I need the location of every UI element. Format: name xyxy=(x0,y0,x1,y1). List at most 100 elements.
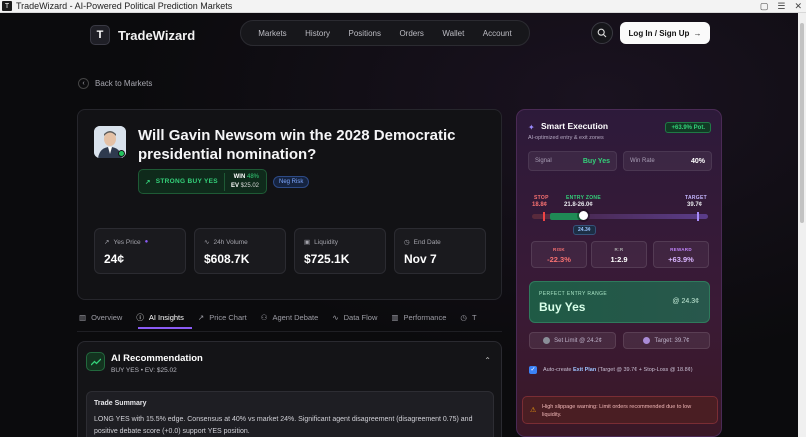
checkbox-checked-icon[interactable]: ✓ xyxy=(529,366,537,374)
auto-suffix: (Target @ 39.7¢ + Stop-Loss @ 18.8¢) xyxy=(597,367,693,373)
users-icon: ⚇ xyxy=(260,312,268,322)
search-icon xyxy=(597,28,607,38)
nav-wallet[interactable]: Wallet xyxy=(442,29,464,38)
clock-icon: ◷ xyxy=(460,312,467,322)
browser-titlebar: T TradeWizard - AI-Powered Political Pre… xyxy=(0,0,806,13)
risk-reward-box: R:R 1:2.9 xyxy=(591,241,647,268)
tab-overview[interactable]: ▥ Overview xyxy=(79,313,122,322)
bar-chart-icon: ▥ xyxy=(79,312,87,322)
slippage-warning: ⚠ High slippage warning: Limit orders re… xyxy=(522,396,718,424)
stat-yes-price: ↗ Yes Price ● 24¢ xyxy=(94,228,186,274)
tab-ai-insights[interactable]: ⓘ AI Insights xyxy=(136,312,184,323)
tab-data-flow[interactable]: ∿ Data Flow xyxy=(332,313,377,322)
rr-label: R:R xyxy=(614,247,624,252)
auto-exit-plan-option[interactable]: ✓ Auto-create Exit Plan (Target @ 39.7¢ … xyxy=(529,366,711,374)
entry-zone-value: 21.8-26.0¢ xyxy=(564,202,593,208)
tab-label: Overview xyxy=(91,312,123,322)
tab-label: Price Chart xyxy=(209,312,247,322)
nav-positions[interactable]: Positions xyxy=(349,29,381,38)
app-icon: T xyxy=(2,1,12,11)
stat-label: Yes Price xyxy=(113,238,141,246)
execution-subtitle: AI-optimized entry & exit zones xyxy=(528,135,604,141)
potential-profit-badge: +63.9% Pot. xyxy=(665,122,711,133)
tab-label: Data Flow xyxy=(343,312,378,322)
trade-summary: Trade Summary LONG YES with 15.5% edge. … xyxy=(86,391,494,437)
window-title: TradeWizard - AI-Powered Political Predi… xyxy=(16,1,233,11)
target-marker xyxy=(697,212,699,221)
reward-value: +63.9% xyxy=(668,255,694,264)
neg-risk-badge: Neg Risk xyxy=(273,176,310,188)
recommendation-subtitle: BUY YES • EV: $25.02 xyxy=(111,367,177,374)
target-value: 39.7¢ xyxy=(687,202,703,208)
perfect-entry-range[interactable]: PERFECT ENTRY RANGE Buy Yes @ 24.3¢ xyxy=(529,281,710,323)
win-rate-value: 40% xyxy=(690,157,705,165)
smart-execution-panel: ✦ Smart Execution AI-optimized entry & e… xyxy=(516,109,722,437)
set-limit-button[interactable]: Set Limit @ 24.2¢ xyxy=(529,332,616,349)
nav-history[interactable]: History xyxy=(305,29,330,38)
nav-orders[interactable]: Orders xyxy=(399,29,423,38)
stat-24h-volume: ∿ 24h Volume $608.7K xyxy=(194,228,286,274)
signal-box-value: Buy Yes xyxy=(582,157,610,165)
logo[interactable]: T TradeWizard xyxy=(90,25,195,45)
signal-badge: ↗ STRONG BUY YES WIN 48% EV $25.02 xyxy=(138,169,267,194)
clock-icon: ◷ xyxy=(404,239,410,246)
chevron-up-icon[interactable]: ⌃ xyxy=(484,356,491,365)
stat-label: 24h Volume xyxy=(213,238,248,246)
trend-up-icon: ↗ xyxy=(104,239,110,246)
win-label: WIN xyxy=(233,173,246,180)
arrow-right-icon: → xyxy=(693,28,702,38)
nav-markets[interactable]: Markets xyxy=(258,29,286,38)
current-price-marker[interactable] xyxy=(579,211,588,220)
brain-icon: ⓘ xyxy=(136,312,144,322)
trend-up-icon xyxy=(86,352,105,371)
tab-label: Performance xyxy=(403,312,447,322)
stat-liquidity: ▣ Liquidity $725.1K xyxy=(294,228,386,274)
win-rate-box: Win Rate 40% xyxy=(623,151,712,171)
sparkle-icon: ✦ xyxy=(528,123,535,132)
scrollbar[interactable] xyxy=(798,13,806,437)
perfect-entry-price: @ 24.3¢ xyxy=(672,298,699,305)
activity-icon: ∿ xyxy=(332,312,339,322)
recommendation-title: AI Recommendation xyxy=(111,353,203,364)
limit-icon xyxy=(543,337,551,344)
stat-value: 24¢ xyxy=(104,252,125,266)
stop-value: 18.8¢ xyxy=(532,202,548,208)
perfect-entry-value: Buy Yes xyxy=(539,300,586,314)
target-icon xyxy=(643,337,651,344)
login-signup-button[interactable]: Log In / Sign Up → xyxy=(620,22,710,44)
target-button-label: Target: 39.7¢ xyxy=(654,337,690,344)
back-to-markets-link[interactable]: ‹ Back to Markets xyxy=(78,78,152,89)
status-dot xyxy=(118,150,125,157)
tab-icon[interactable]: ▢ xyxy=(760,1,769,12)
entry-zone-label: ENTRY ZONE xyxy=(566,195,601,201)
signal-box: Signal Buy Yes xyxy=(528,151,617,171)
stat-value: $725.1K xyxy=(304,252,350,266)
search-button[interactable] xyxy=(591,22,613,44)
ev-value: $25.02 xyxy=(240,182,259,189)
close-icon[interactable]: ✕ xyxy=(794,1,802,12)
chevron-left-icon: ‹ xyxy=(78,78,89,89)
target-label: TARGET xyxy=(685,195,707,201)
rr-value: 1:2.9 xyxy=(610,255,628,264)
menu-icon[interactable]: ☰ xyxy=(777,1,785,12)
risk-label: RISK xyxy=(553,247,565,252)
stat-value: Nov 7 xyxy=(404,252,437,266)
tab-performance[interactable]: ▥ Performance xyxy=(391,313,446,322)
tab-timeline[interactable]: ◷ T xyxy=(460,313,476,322)
stat-label: End Date xyxy=(413,238,441,246)
activity-icon: ∿ xyxy=(204,239,210,246)
logo-mark: T xyxy=(90,25,110,45)
set-limit-label: Set Limit @ 24.2¢ xyxy=(554,337,602,344)
nav-account[interactable]: Account xyxy=(483,29,512,38)
signal-label: STRONG BUY YES xyxy=(155,178,218,185)
active-tab-indicator xyxy=(138,327,192,329)
logo-text: TradeWizard xyxy=(118,27,196,43)
win-rate-label: Win Rate xyxy=(630,158,655,164)
page: T TradeWizard Markets History Positions … xyxy=(0,13,798,437)
current-price-tag: 24.3¢ xyxy=(573,225,596,235)
back-label: Back to Markets xyxy=(95,79,153,88)
tab-price-chart[interactable]: ↗ Price Chart xyxy=(198,313,247,322)
target-button[interactable]: Target: 39.7¢ xyxy=(623,332,710,349)
scrollbar-thumb[interactable] xyxy=(800,23,804,223)
tab-agent-debate[interactable]: ⚇ Agent Debate xyxy=(261,313,319,322)
